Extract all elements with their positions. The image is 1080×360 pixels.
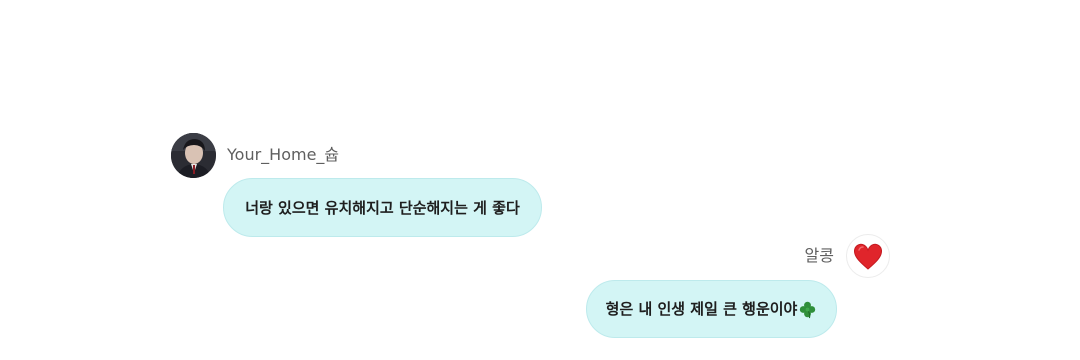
red-heart-icon: [853, 243, 883, 270]
message-bubble[interactable]: 너랑 있으면 유치해지고 단순해지는 게 좋다: [223, 178, 542, 237]
message-text: 너랑 있으면 유치해지고 단순해지는 게 좋다: [245, 198, 520, 217]
avatar[interactable]: [846, 234, 890, 278]
avatar[interactable]: [171, 133, 216, 178]
message-text: 형은 내 인생 제일 큰 행운이야: [605, 300, 798, 318]
profile-photo: [171, 133, 216, 178]
message-bubble[interactable]: 형은 내 인생 제일 큰 행운이야: [586, 280, 837, 338]
sender-name: 알콩: [804, 246, 834, 265]
chat-thread: Your_Home_슙 너랑 있으면 유치해지고 단순해지는 게 좋다 알콩 형…: [0, 0, 1080, 360]
four-leaf-clover-icon: [800, 301, 816, 318]
sender-name: Your_Home_슙: [227, 145, 340, 164]
